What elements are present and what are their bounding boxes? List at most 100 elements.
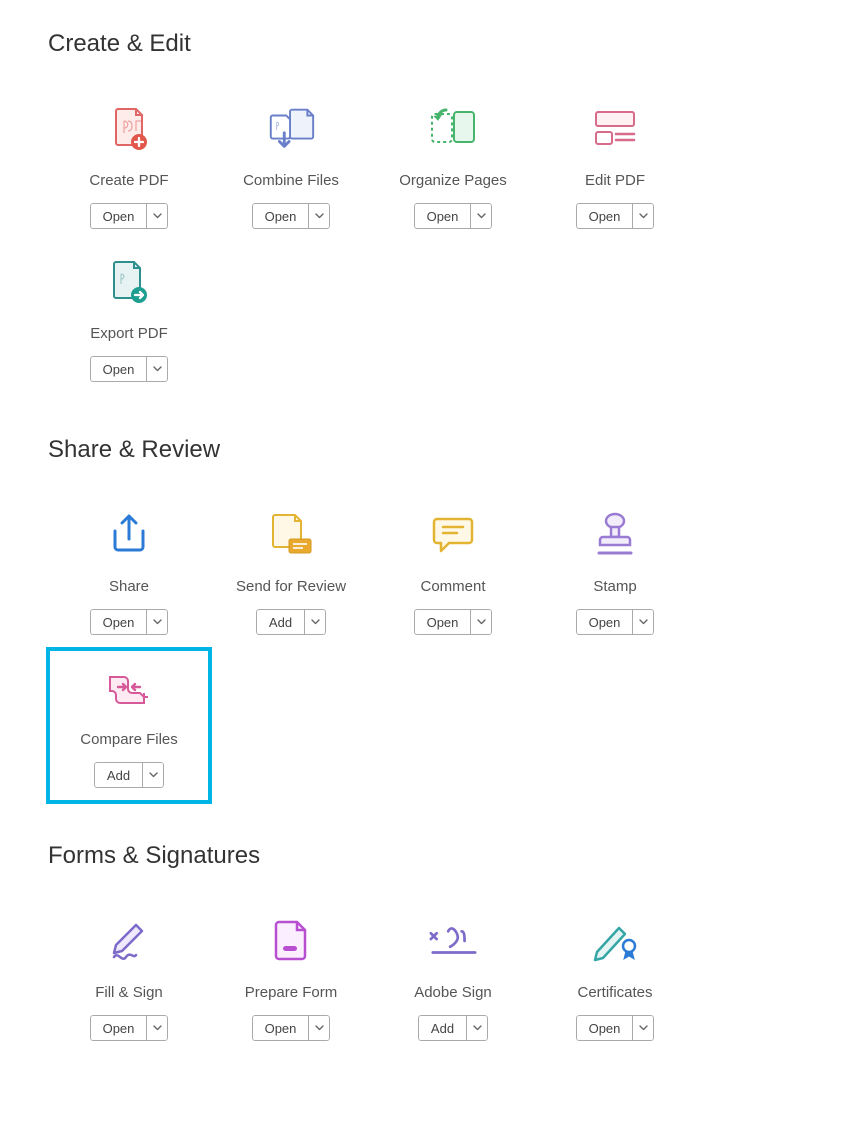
open-button[interactable]: Open — [90, 609, 147, 635]
split-button: Open — [90, 203, 169, 229]
chevron-down-icon — [639, 619, 648, 625]
dropdown-caret-button[interactable] — [142, 762, 164, 788]
open-button[interactable]: Open — [576, 1015, 633, 1041]
tool-combine-files[interactable]: Combine Files Open — [210, 90, 372, 243]
tool-share[interactable]: Share Open — [48, 496, 210, 649]
tool-edit-pdf[interactable]: Edit PDF Open — [534, 90, 696, 243]
add-button[interactable]: Add — [256, 609, 304, 635]
dropdown-caret-button[interactable] — [146, 609, 168, 635]
dropdown-caret-button[interactable] — [470, 203, 492, 229]
chevron-down-icon — [477, 619, 486, 625]
section: Share & Review Share Open Send for Review… — [48, 436, 817, 802]
dropdown-caret-button[interactable] — [632, 609, 654, 635]
chevron-down-icon — [149, 772, 158, 778]
open-button[interactable]: Open — [90, 1015, 147, 1041]
split-button: Open — [90, 1015, 169, 1041]
split-button: Open — [90, 356, 169, 382]
section-title: Create & Edit — [48, 30, 817, 58]
send-review-icon — [265, 508, 317, 560]
dropdown-caret-button[interactable] — [632, 203, 654, 229]
tool-label: Create PDF — [89, 172, 168, 189]
dropdown-caret-button[interactable] — [308, 203, 330, 229]
tool-label: Export PDF — [90, 325, 168, 342]
add-button[interactable]: Add — [94, 762, 142, 788]
tools-row: Create PDF Open Combine Files Open Organiz… — [48, 90, 817, 396]
tool-organize-pages[interactable]: Organize PagesOpen — [372, 90, 534, 243]
tool-export-pdf[interactable]: Export PDF Open — [48, 243, 210, 396]
tool-compare-files[interactable]: Compare Files Add — [48, 649, 210, 802]
fill-sign-icon — [103, 914, 155, 966]
dropdown-caret-button[interactable] — [304, 609, 326, 635]
split-button: Add — [94, 762, 164, 788]
chevron-down-icon — [315, 213, 324, 219]
chevron-down-icon — [153, 619, 162, 625]
combine-files-icon — [265, 102, 317, 154]
tool-label: Stamp — [593, 578, 636, 595]
chevron-down-icon — [639, 213, 648, 219]
edit-pdf-icon — [589, 102, 641, 154]
chevron-down-icon — [153, 366, 162, 372]
stamp-icon — [589, 508, 641, 560]
adobe-sign-icon — [427, 914, 479, 966]
split-button: Open — [90, 609, 169, 635]
chevron-down-icon — [153, 1025, 162, 1031]
tool-fill-sign[interactable]: Fill & Sign Open — [48, 902, 210, 1055]
tools-row: Fill & Sign Open Prepare Form Open Adobe S… — [48, 902, 817, 1055]
split-button: Open — [252, 1015, 331, 1041]
tool-certificates[interactable]: CertificatesOpen — [534, 902, 696, 1055]
tool-label: Send for Review — [236, 578, 346, 595]
open-button[interactable]: Open — [252, 203, 309, 229]
split-button: Open — [576, 203, 655, 229]
comment-icon — [427, 508, 479, 560]
tool-label: Share — [109, 578, 149, 595]
tool-send-for-review[interactable]: Send for Review Add — [210, 496, 372, 649]
open-button[interactable]: Open — [90, 356, 147, 382]
split-button: Open — [576, 1015, 655, 1041]
tool-label: Prepare Form — [245, 984, 338, 1001]
tool-stamp[interactable]: Stamp Open — [534, 496, 696, 649]
section: Forms & Signatures Fill & SignOpen Prepa… — [48, 842, 817, 1055]
tool-label: Adobe Sign — [414, 984, 492, 1001]
tool-label: Edit PDF — [585, 172, 645, 189]
tool-comment[interactable]: Comment Open — [372, 496, 534, 649]
tool-label: Fill & Sign — [95, 984, 163, 1001]
chevron-down-icon — [473, 1025, 482, 1031]
open-button[interactable]: Open — [252, 1015, 309, 1041]
chevron-down-icon — [311, 619, 320, 625]
dropdown-caret-button[interactable] — [632, 1015, 654, 1041]
chevron-down-icon — [639, 1025, 648, 1031]
chevron-down-icon — [153, 213, 162, 219]
dropdown-caret-button[interactable] — [308, 1015, 330, 1041]
dropdown-caret-button[interactable] — [146, 356, 168, 382]
tool-label: Combine Files — [243, 172, 339, 189]
tool-adobe-sign[interactable]: Adobe Sign Add — [372, 902, 534, 1055]
tools-row: Share Open Send for Review Add Comment Open… — [48, 496, 817, 802]
dropdown-caret-button[interactable] — [146, 1015, 168, 1041]
tool-prepare-form[interactable]: Prepare Form Open — [210, 902, 372, 1055]
open-button[interactable]: Open — [90, 203, 147, 229]
organize-pages-icon — [427, 102, 479, 154]
section: Create & Edit Create PDF Open Combine Fil… — [48, 30, 817, 396]
create-pdf-icon — [103, 102, 155, 154]
open-button[interactable]: Open — [414, 609, 471, 635]
tool-label: Compare Files — [80, 731, 178, 748]
open-button[interactable]: Open — [576, 203, 633, 229]
split-button: Add — [256, 609, 326, 635]
open-button[interactable]: Open — [414, 203, 471, 229]
certificates-icon — [589, 914, 641, 966]
dropdown-caret-button[interactable] — [146, 203, 168, 229]
compare-files-icon — [103, 661, 155, 713]
dropdown-caret-button[interactable] — [470, 609, 492, 635]
prepare-form-icon — [265, 914, 317, 966]
tool-create-pdf[interactable]: Create PDF Open — [48, 90, 210, 243]
dropdown-caret-button[interactable] — [466, 1015, 488, 1041]
section-title: Share & Review — [48, 436, 817, 464]
split-button: Open — [414, 203, 493, 229]
split-button: Open — [576, 609, 655, 635]
tool-label: Comment — [420, 578, 485, 595]
add-button[interactable]: Add — [418, 1015, 466, 1041]
open-button[interactable]: Open — [576, 609, 633, 635]
split-button: Add — [418, 1015, 488, 1041]
split-button: Open — [252, 203, 331, 229]
share-icon — [103, 508, 155, 560]
